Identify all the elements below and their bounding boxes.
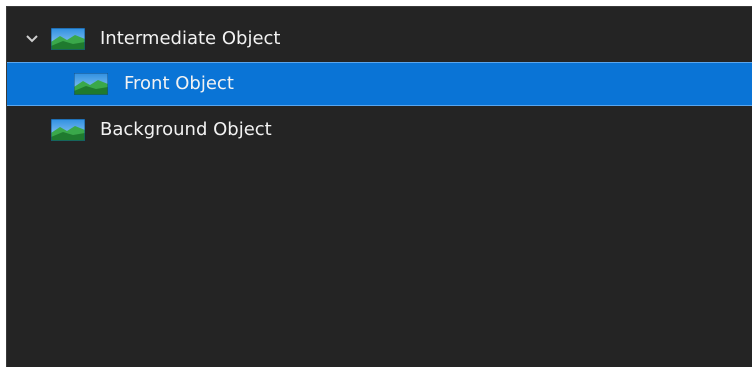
tree-item-intermediate-object[interactable]: Intermediate Object [7,17,752,61]
tree-item-label: Intermediate Object [100,28,281,49]
tree-item-label: Background Object [100,119,272,140]
image-object-icon [73,72,109,96]
image-object-icon [50,118,86,142]
image-object-icon [50,27,86,51]
tree-item-label: Front Object [124,73,234,94]
chevron-down-icon[interactable] [24,31,40,47]
tree-item-background-object[interactable]: Background Object [7,108,752,152]
tree-item-front-object[interactable]: Front Object [7,62,752,106]
object-tree-panel: Intermediate Object Front Object Backgro… [6,6,752,367]
